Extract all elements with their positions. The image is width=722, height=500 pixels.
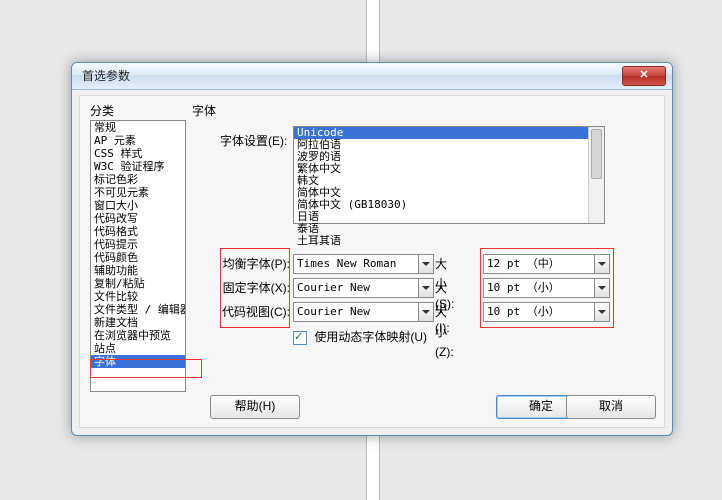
dynamic-font-label: 使用动态字体映射(U) — [314, 330, 427, 344]
category-item[interactable]: 新建文档 — [91, 316, 185, 329]
proportional-font-value: Times New Roman — [297, 257, 396, 270]
size-i-combo[interactable]: 10 pt （小） — [483, 278, 610, 298]
category-item[interactable]: 标记色彩 — [91, 173, 185, 186]
chevron-down-icon — [594, 255, 609, 273]
code-font-value: Courier New — [297, 305, 370, 318]
titlebar[interactable]: 首选参数 ✕ — [72, 63, 672, 90]
font-heading: 字体 — [192, 102, 216, 119]
category-item[interactable]: 在浏览器中预览 — [91, 329, 185, 342]
chevron-down-icon — [594, 279, 609, 297]
dialog-client: 分类 字体 常规AP 元素CSS 样式W3C 验证程序标记色彩不可见元素窗口大小… — [79, 95, 665, 428]
category-list[interactable]: 常规AP 元素CSS 样式W3C 验证程序标记色彩不可见元素窗口大小代码改写代码… — [90, 120, 186, 392]
cancel-button[interactable]: 取消 — [566, 395, 656, 419]
help-button[interactable]: 帮助(H) — [210, 395, 300, 419]
category-item[interactable]: 字体 — [91, 355, 185, 368]
scrollbar[interactable] — [588, 127, 604, 223]
size-i-value: 10 pt （小） — [487, 281, 560, 294]
scrollbar-thumb[interactable] — [591, 129, 602, 179]
fixed-label: 固定字体(X): — [220, 278, 290, 298]
size-s-combo[interactable]: 12 pt （中） — [483, 254, 610, 274]
category-item[interactable]: 常规 — [91, 121, 185, 134]
dynamic-font-row[interactable]: 使用动态字体映射(U) — [293, 328, 427, 345]
category-item[interactable]: 不可见元素 — [91, 186, 185, 199]
font-settings-label: 字体设置(E): — [220, 132, 287, 149]
category-item[interactable]: W3C 验证程序 — [91, 160, 185, 173]
code-font-combo[interactable]: Courier New — [293, 302, 434, 322]
category-item[interactable]: 文件比较 — [91, 290, 185, 303]
size-z-combo[interactable]: 10 pt （小） — [483, 302, 610, 322]
close-button[interactable]: ✕ — [622, 66, 666, 86]
size-z-label: 大小(Z): — [435, 302, 454, 362]
proportional-font-combo[interactable]: Times New Roman — [293, 254, 434, 274]
category-item[interactable]: AP 元素 — [91, 134, 185, 147]
category-item[interactable]: 窗口大小 — [91, 199, 185, 212]
fixed-font-value: Courier New — [297, 281, 370, 294]
chevron-down-icon — [418, 255, 433, 273]
category-item[interactable]: CSS 样式 — [91, 147, 185, 160]
proportional-label: 均衡字体(P): — [220, 254, 290, 274]
category-item[interactable]: 复制/粘贴 — [91, 277, 185, 290]
category-item[interactable]: 代码颜色 — [91, 251, 185, 264]
chevron-down-icon — [418, 279, 433, 297]
font-list-item[interactable]: 繁体中文 — [294, 163, 604, 175]
font-list-item[interactable]: 简体中文 (GB18030) — [294, 199, 604, 211]
preferences-dialog: 首选参数 ✕ 分类 字体 常规AP 元素CSS 样式W3C 验证程序标记色彩不可… — [71, 62, 673, 436]
size-s-value: 12 pt （中） — [487, 257, 560, 270]
category-item[interactable]: 代码改写 — [91, 212, 185, 225]
category-item[interactable]: 代码格式 — [91, 225, 185, 238]
category-item[interactable]: 站点 — [91, 342, 185, 355]
dialog-title: 首选参数 — [82, 69, 130, 83]
code-label: 代码视图(C): — [220, 302, 290, 322]
font-settings-list[interactable]: Unicode阿拉伯语波罗的语繁体中文韩文简体中文简体中文 (GB18030)日… — [293, 126, 605, 224]
category-item[interactable]: 文件类型 / 编辑器 — [91, 303, 185, 316]
chevron-down-icon — [418, 303, 433, 321]
chevron-down-icon — [594, 303, 609, 321]
category-item[interactable]: 代码提示 — [91, 238, 185, 251]
category-heading: 分类 — [90, 102, 114, 119]
size-z-value: 10 pt （小） — [487, 305, 560, 318]
font-list-item[interactable]: 日语 — [294, 211, 604, 223]
font-list-item[interactable]: 土耳其语 — [294, 235, 604, 247]
close-icon: ✕ — [639, 69, 648, 81]
category-item[interactable]: 辅助功能 — [91, 264, 185, 277]
fixed-font-combo[interactable]: Courier New — [293, 278, 434, 298]
dynamic-font-checkbox[interactable] — [293, 331, 307, 345]
